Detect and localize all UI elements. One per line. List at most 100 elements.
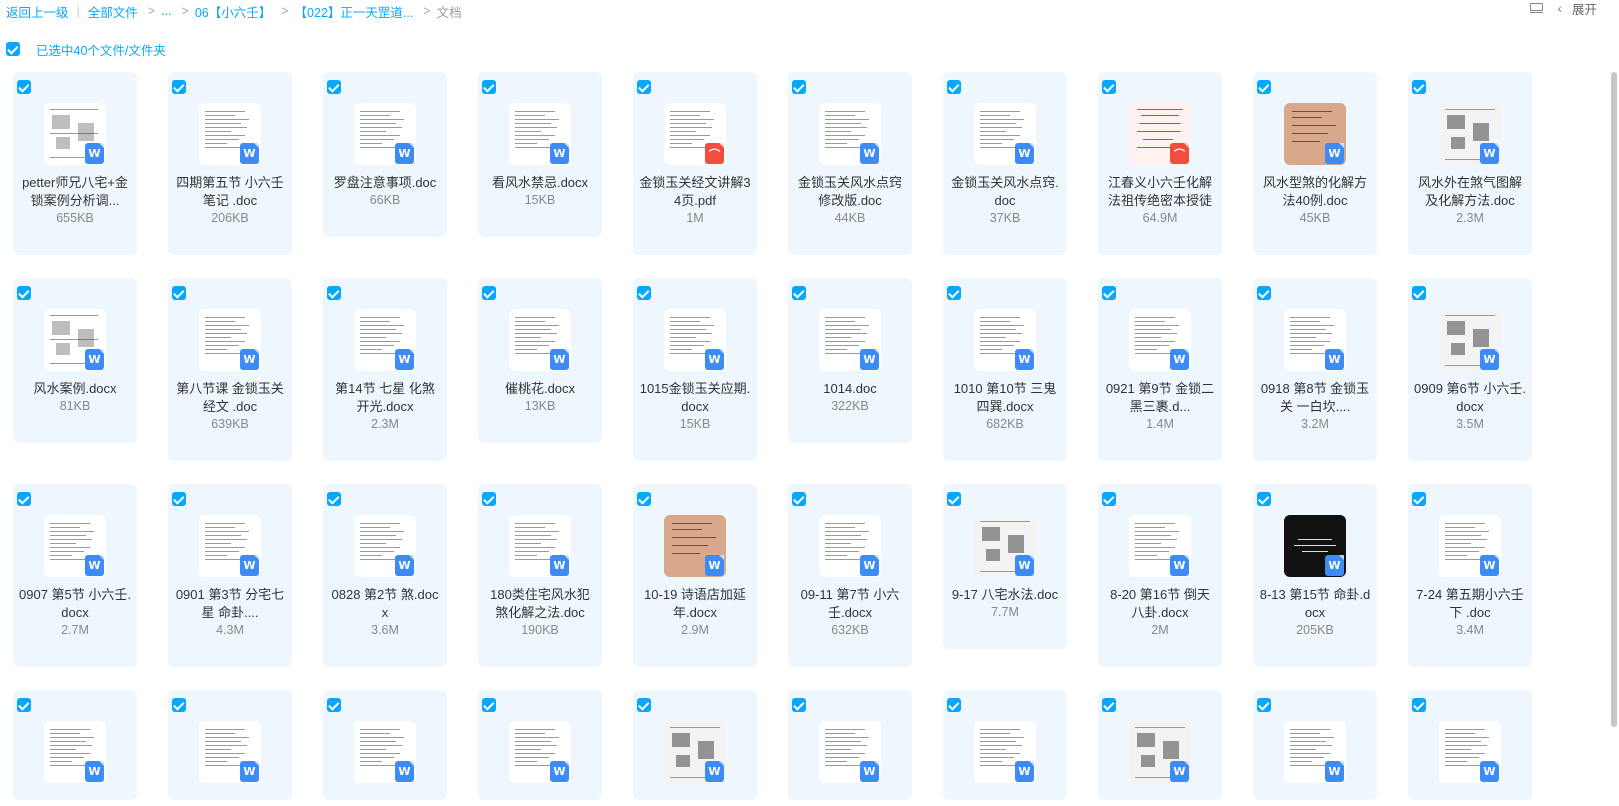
file-card[interactable]: W 0901 第3节 分宅七星 命卦.... 4.3M [168,484,292,667]
file-size: 2.9M [681,623,709,637]
file-card[interactable]: W 金锁玉关风水点窍.doc 37KB [943,72,1067,255]
file-card[interactable]: W 0918 第8节 金锁玉关 一白坎.... 3.2M [1253,278,1377,461]
file-card[interactable]: W 0907 第5节 小六壬.docx 2.7M [13,484,137,667]
file-checkbox[interactable] [1412,698,1426,712]
file-checkbox[interactable] [792,80,806,94]
file-card[interactable]: W [478,690,602,800]
file-card[interactable]: W 7-24 第五期小六壬下 .doc 3.4M [1408,484,1532,667]
file-card[interactable]: W 10-19 诗语店加延年.docx 2.9M [633,484,757,667]
file-checkbox[interactable] [1102,286,1116,300]
file-name: 江春义小六壬化解法祖传绝密本授徒 [1107,175,1212,208]
file-card[interactable]: W 0921 第9节 金锁二黑三裹.d... 1.4M [1098,278,1222,461]
file-checkbox[interactable] [792,492,806,506]
file-checkbox[interactable] [1412,286,1426,300]
file-card[interactable]: W 0909 第6节 小六壬.docx 3.5M [1408,278,1532,461]
file-name: petter师兄八宅+金锁案例分析调... [22,175,128,208]
file-checkbox[interactable] [172,698,186,712]
breadcrumb-folder-2[interactable]: 【022】正一天罡道... [295,2,414,21]
file-name: 看风水禁忌.docx [491,175,589,190]
file-checkbox[interactable] [1257,492,1271,506]
file-checkbox[interactable] [947,286,961,300]
file-checkbox[interactable] [637,80,651,94]
file-checkbox[interactable] [17,80,31,94]
file-card[interactable]: W 第八节课 金锁玉关经文 .doc 639KB [168,278,292,461]
file-checkbox[interactable] [1257,698,1271,712]
file-checkbox[interactable] [172,492,186,506]
file-checkbox[interactable] [17,492,31,506]
file-card[interactable]: W [13,690,137,800]
file-checkbox[interactable] [947,698,961,712]
file-size: 190KB [521,623,559,637]
file-checkbox[interactable] [482,80,496,94]
file-checkbox[interactable] [637,492,651,506]
file-size: 64.9M [1142,211,1178,225]
breadcrumb-root[interactable]: 全部文件 [88,2,138,21]
file-card[interactable]: W 四期第五节 小六壬笔记 .doc 206KB [168,72,292,255]
file-card[interactable]: W 1015金锁玉关应期.docx 15KB [633,278,757,461]
file-card[interactable]: W 180类住宅风水犯煞化解之法.doc 190KB [478,484,602,667]
back-link[interactable]: 返回上一级 [6,2,69,21]
file-card[interactable]: W 1014.doc 322KB [788,278,912,443]
file-card[interactable]: W [788,690,912,800]
file-checkbox[interactable] [17,286,31,300]
list-view-icon[interactable] [1529,2,1544,14]
file-checkbox[interactable] [1412,492,1426,506]
file-card[interactable]: W 风水外在煞气图解及化解方法.doc 2.3M [1408,72,1532,255]
file-card[interactable]: W [1253,690,1377,800]
file-checkbox[interactable] [637,698,651,712]
file-card[interactable]: W 09-11 第7节 小六壬.docx 632KB [788,484,912,667]
file-card[interactable]: W 看风水禁忌.docx 15KB [478,72,602,237]
file-checkbox[interactable] [482,286,496,300]
file-card[interactable]: W 风水案例.docx 81KB [13,278,137,443]
file-card[interactable]: W 第14节 七星 化煞开光.docx 2.3M [323,278,447,461]
file-card[interactable]: W 0828 第2节 煞.docx 3.6M [323,484,447,667]
file-checkbox[interactable] [327,80,341,94]
file-card[interactable]: W [1408,690,1532,800]
breadcrumb-folder-1[interactable]: 06【小六壬】 [195,2,271,21]
file-checkbox[interactable] [172,80,186,94]
breadcrumb-ellipsis[interactable]: ... [161,4,171,18]
file-checkbox[interactable] [1102,80,1116,94]
file-card[interactable]: Wpetter师兄八宅+金锁案例分析调... 655KB [13,72,137,255]
file-card[interactable]: W 催桃花.docx 13KB [478,278,602,443]
file-card[interactable]: W [168,690,292,800]
file-card[interactable]: W 8-13 第15节 命卦.docx 205KB [1253,484,1377,667]
file-checkbox[interactable] [1102,698,1116,712]
pdf-file-icon: ⌒ [705,143,724,164]
file-checkbox[interactable] [482,698,496,712]
file-checkbox[interactable] [327,698,341,712]
file-card[interactable]: W 罗盘注意事项.doc 66KB [323,72,447,237]
file-checkbox[interactable] [792,698,806,712]
file-checkbox[interactable] [1102,492,1116,506]
file-card[interactable]: W 风水型煞的化解方法40例.doc 45KB [1253,72,1377,255]
file-card[interactable]: W [633,690,757,800]
file-card[interactable]: W 金锁玉关风水点窍修改版.doc 44KB [788,72,912,255]
file-checkbox[interactable] [637,286,651,300]
file-checkbox[interactable] [792,286,806,300]
file-card[interactable]: W [943,690,1067,800]
file-checkbox[interactable] [947,80,961,94]
file-checkbox[interactable] [482,492,496,506]
file-checkbox[interactable] [1257,80,1271,94]
file-checkbox[interactable] [17,698,31,712]
file-card[interactable]: W [1098,690,1222,800]
file-checkbox[interactable] [327,492,341,506]
word-file-icon: W [550,143,569,164]
file-card[interactable]: ⌒ 江春义小六壬化解法祖传绝密本授徒 64.9M [1098,72,1222,255]
file-checkbox[interactable] [1412,80,1426,94]
scrollbar[interactable] [1611,72,1617,727]
file-card[interactable]: W 9-17 八宅水法.doc 7.7M [943,484,1067,649]
file-checkbox[interactable] [172,286,186,300]
select-all-checkbox[interactable] [6,42,20,56]
file-checkbox[interactable] [947,492,961,506]
expand-button[interactable]: ‹ 展开 [1557,0,1597,18]
file-checkbox[interactable] [327,286,341,300]
file-card[interactable]: W 1010 第10节 三鬼四巽.docx 682KB [943,278,1067,461]
file-name: 风水型煞的化解方法40例.doc [1262,175,1367,208]
file-card[interactable]: W [323,690,447,800]
file-size: 2M [1151,623,1169,637]
file-checkbox[interactable] [1257,286,1271,300]
file-card[interactable]: W 8-20 第16节 倒天八卦.docx 2M [1098,484,1222,667]
file-card[interactable]: ⌒ 金锁玉关经文讲解34页.pdf 1M [633,72,757,255]
word-file-icon: W [550,555,569,576]
